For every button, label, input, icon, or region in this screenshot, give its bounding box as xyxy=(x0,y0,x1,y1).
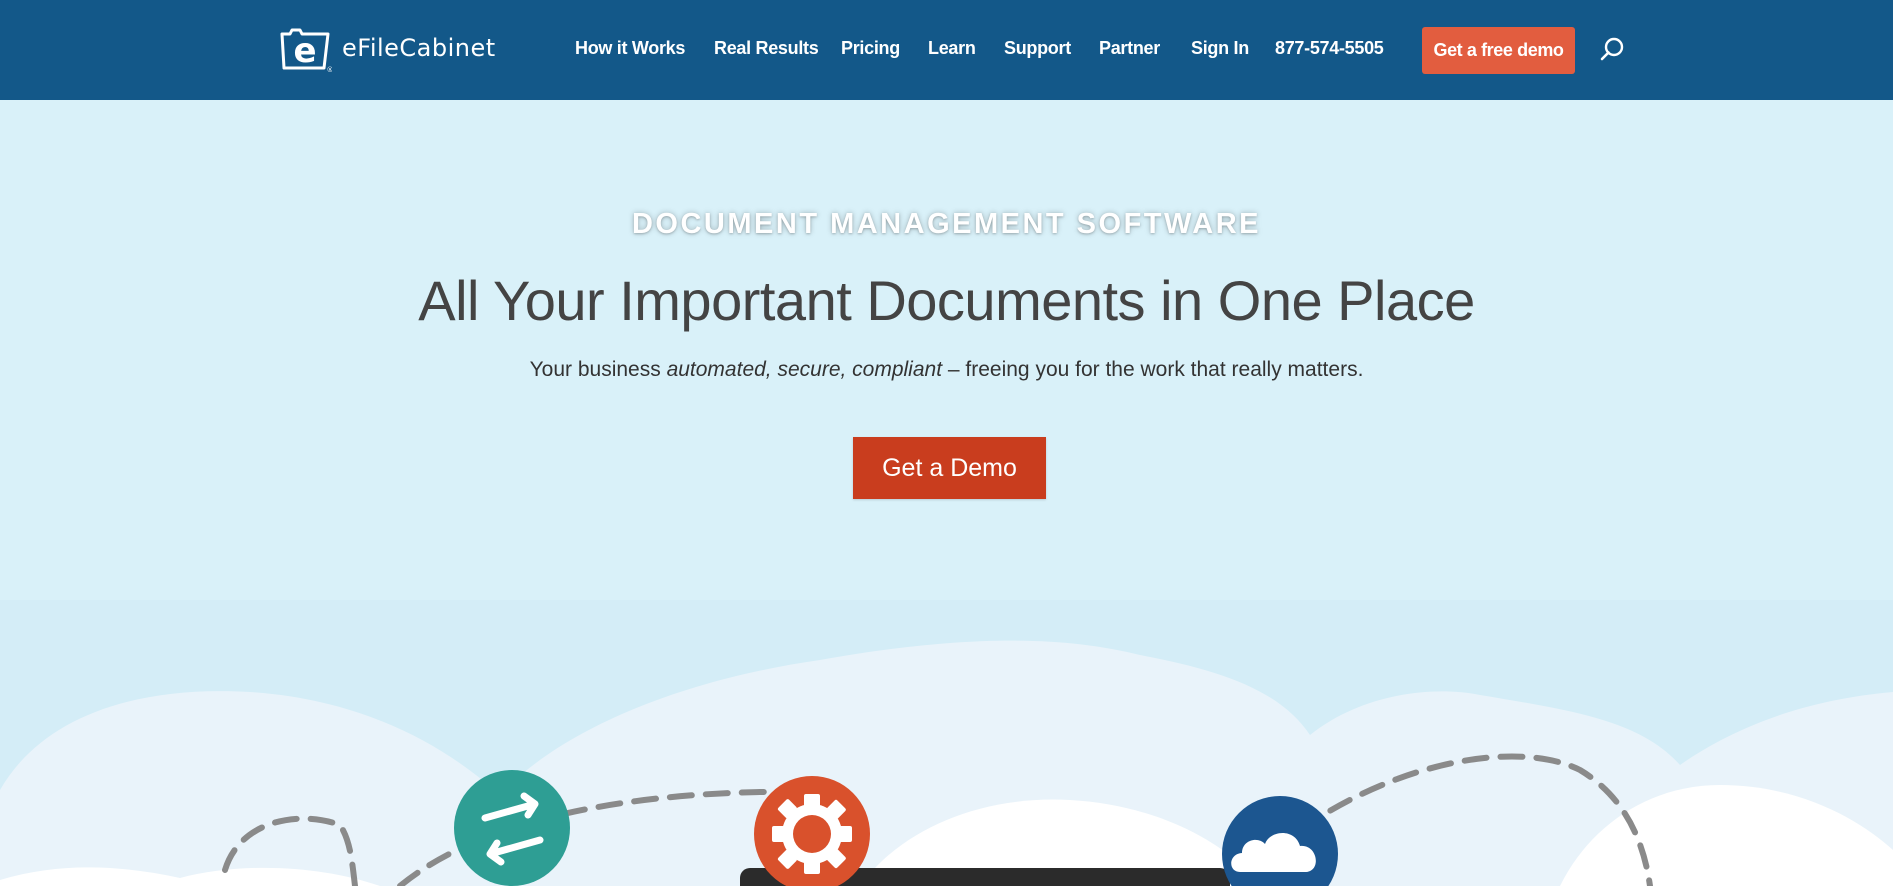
hero-illustration xyxy=(0,600,1893,886)
subtitle-suffix: – freeing you for the work that really m… xyxy=(942,358,1364,381)
free-demo-button[interactable]: Get a free demo xyxy=(1422,27,1575,74)
subtitle-emphasis: automated, secure, compliant xyxy=(666,358,943,381)
subtitle-prefix: Your business xyxy=(529,358,667,381)
nav-real-results[interactable]: Real Results xyxy=(714,38,819,59)
nav-how-it-works[interactable]: How it Works xyxy=(575,38,685,59)
hero-section xyxy=(0,100,1893,600)
get-demo-button[interactable]: Get a Demo xyxy=(853,437,1046,499)
nav-pricing[interactable]: Pricing xyxy=(841,38,900,59)
hero-subtitle: Your business automated, secure, complia… xyxy=(0,358,1893,382)
site-header: e ® eFileCabinet How it Works Real Resul… xyxy=(0,0,1893,100)
search-icon[interactable] xyxy=(1599,36,1625,64)
nav-partner[interactable]: Partner xyxy=(1099,38,1160,59)
nav-sign-in[interactable]: Sign In xyxy=(1191,38,1249,59)
nav-learn[interactable]: Learn xyxy=(928,38,976,59)
hero-title: All Your Important Documents in One Plac… xyxy=(418,269,1475,332)
hero-eyebrow: DOCUMENT MANAGEMENT SOFTWARE xyxy=(631,208,1262,240)
illustration-canvas xyxy=(0,640,1893,886)
sync-arrows-icon xyxy=(454,770,570,886)
nav-phone[interactable]: 877-574-5505 xyxy=(1275,38,1384,59)
nav-support[interactable]: Support xyxy=(1004,38,1071,59)
